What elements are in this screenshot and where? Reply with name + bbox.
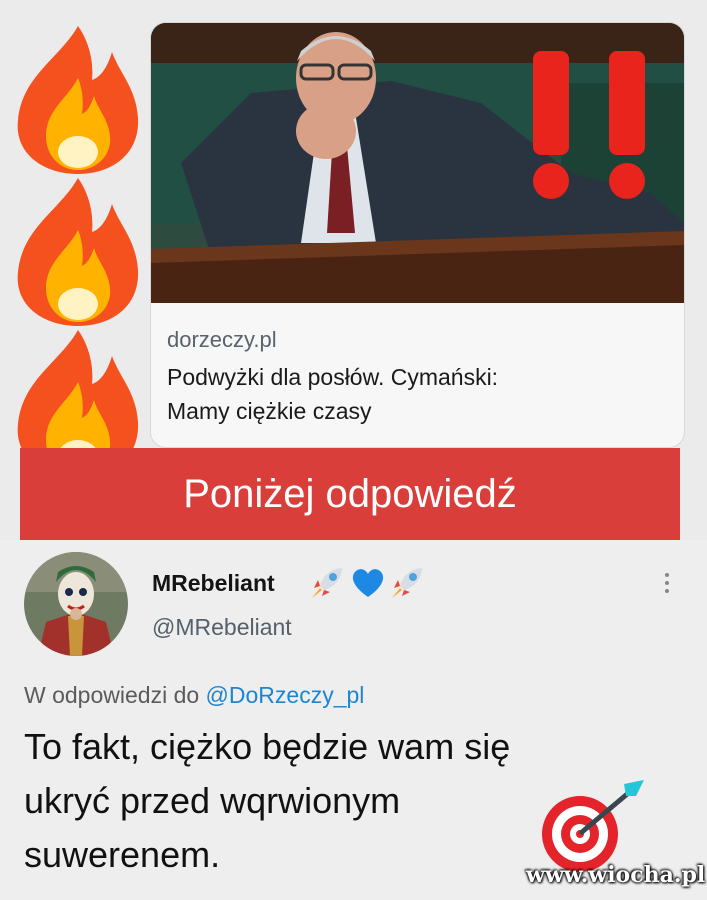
- tweet-text-line: To fakt, ciężko będzie wam się: [24, 726, 511, 767]
- watermark: www.wiocha.pl: [526, 862, 706, 888]
- tweet: MRebeliant @MRebeliant W odpowiedzi do @…: [0, 540, 707, 900]
- direct-hit-icon: [542, 780, 644, 872]
- fire-emoji-column: [8, 22, 148, 482]
- rocket-icon: [392, 568, 422, 598]
- fire-icon: [17, 26, 139, 174]
- card-title-line: Mamy ciężkie czasy: [167, 398, 372, 424]
- more-options-icon[interactable]: [660, 570, 674, 600]
- avatar[interactable]: [24, 552, 128, 656]
- rocket-icon: [312, 568, 342, 598]
- user-handle[interactable]: @MRebeliant: [152, 614, 292, 641]
- reply-banner: Poniżej odpowiedź: [20, 448, 680, 540]
- blue-heart-icon: [352, 569, 384, 597]
- reply-prefix: W odpowiedzi do: [24, 682, 200, 708]
- card-title: Podwyżki dla posłów. Cymański: Mamy cięż…: [167, 360, 667, 428]
- display-name[interactable]: MRebeliant: [152, 570, 275, 597]
- meme-screenshot: dorzeczy.pl Podwyżki dla posłów. Cymańsk…: [0, 0, 707, 900]
- fire-icon: [17, 178, 139, 326]
- reply-context: W odpowiedzi do @DoRzeczy_pl: [24, 682, 364, 709]
- card-title-line: Podwyżki dla posłów. Cymański:: [167, 364, 499, 390]
- article-photo: [151, 23, 684, 303]
- card-domain: dorzeczy.pl: [167, 327, 277, 352]
- banner-text: Poniżej odpowiedź: [183, 471, 517, 516]
- link-preview-card[interactable]: dorzeczy.pl Podwyżki dla posłów. Cymańsk…: [150, 22, 685, 448]
- reply-mention-link[interactable]: @DoRzeczy_pl: [206, 682, 365, 708]
